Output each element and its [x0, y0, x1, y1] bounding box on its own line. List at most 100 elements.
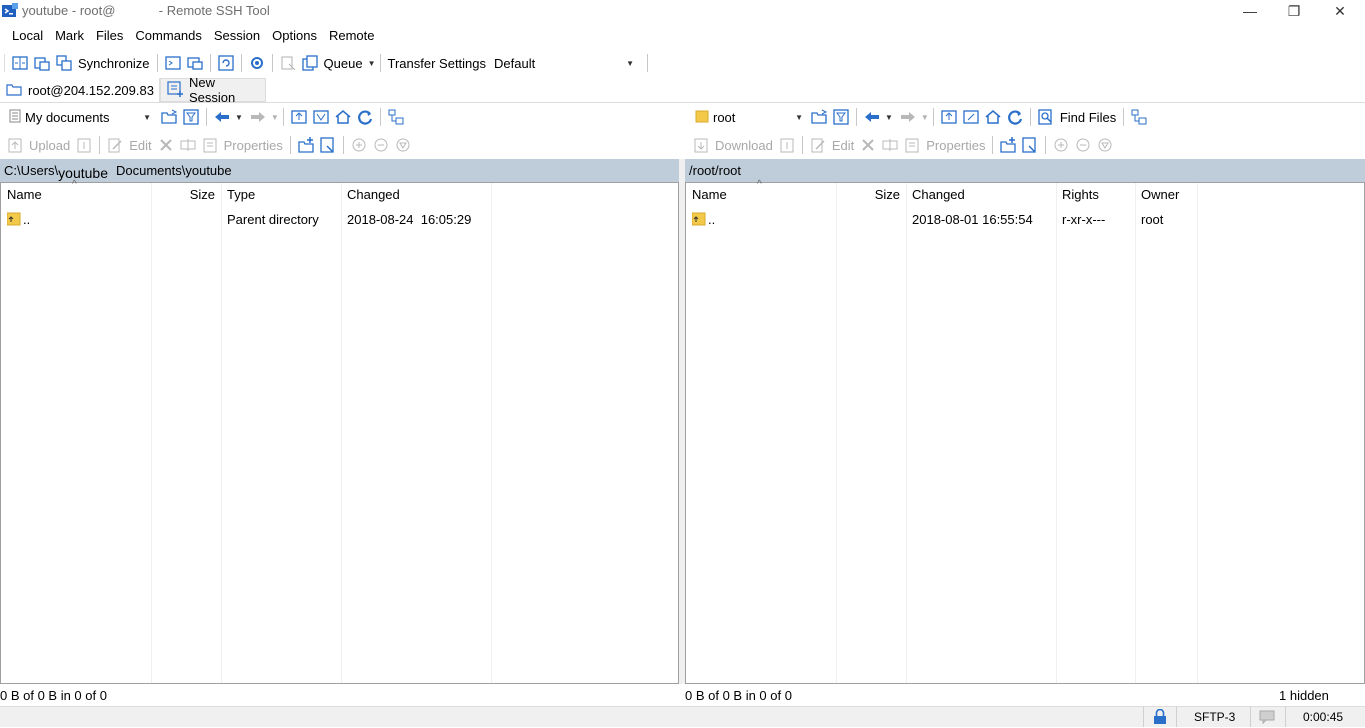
remote-folder-icon	[695, 109, 709, 126]
synchronize-icon[interactable]	[55, 54, 73, 72]
local-col-changed[interactable]: Changed	[341, 183, 491, 207]
menu-options[interactable]: Options	[266, 28, 323, 43]
back-arrow-icon[interactable]	[213, 108, 231, 126]
local-row-name: ..	[23, 212, 31, 227]
close-button[interactable]: ✕	[1317, 0, 1363, 22]
forward-dropdown-icon: ▼	[270, 112, 279, 122]
menu-local[interactable]: Local	[6, 28, 49, 43]
queue-disabled-icon	[279, 54, 297, 72]
menu-mark[interactable]: Mark	[49, 28, 90, 43]
queue-icon[interactable]	[301, 54, 319, 72]
download-icon	[692, 136, 710, 154]
remote-home-icon[interactable]	[984, 108, 1002, 126]
new-file-icon[interactable]	[319, 136, 337, 154]
find-files-button[interactable]: Find Files	[1060, 110, 1116, 125]
remote-tree-view-icon[interactable]	[1130, 108, 1148, 126]
remote-edit-button[interactable]: Edit	[832, 138, 854, 153]
synchronize-button[interactable]: Synchronize	[78, 56, 150, 71]
local-path-suffix: Documents\youtube	[116, 163, 232, 178]
remote-edit-icon	[809, 136, 827, 154]
new-folder-icon[interactable]	[297, 136, 315, 154]
remote-back-dropdown-icon[interactable]: ▼	[885, 113, 893, 122]
remote-rename-icon	[881, 136, 899, 154]
menu-session[interactable]: Session	[208, 28, 266, 43]
local-col-type[interactable]: Type	[221, 183, 341, 207]
remote-new-folder-icon[interactable]	[999, 136, 1017, 154]
local-location-select[interactable]: My documents ▼	[4, 107, 154, 127]
select-filter-icon	[394, 136, 412, 154]
download-button[interactable]: Download	[715, 138, 773, 153]
remote-col-changed[interactable]: Changed	[906, 183, 1056, 207]
chevron-down-icon: ▼	[143, 112, 151, 122]
tab-session[interactable]: root@204.152.209.83	[0, 78, 160, 102]
upload-button[interactable]: Upload	[29, 138, 70, 153]
preferences-gear-icon[interactable]	[248, 54, 266, 72]
menu-commands[interactable]: Commands	[129, 28, 207, 43]
remote-root-directory-icon[interactable]	[962, 108, 980, 126]
filter-icon[interactable]	[182, 108, 200, 126]
queue-dropdown-icon[interactable]: ▼	[368, 59, 376, 68]
hidden-files-count[interactable]: 1 hidden	[1279, 688, 1329, 704]
upload-icon	[6, 136, 24, 154]
remote-nav-toolbar: root ▼ ▼ ▼ Find Files	[690, 105, 1360, 129]
local-nav-toolbar: My documents ▼ ▼ ▼	[4, 105, 679, 129]
putty-icon[interactable]	[186, 54, 204, 72]
remote-col-rights[interactable]: Rights	[1056, 183, 1135, 207]
remote-back-arrow-icon[interactable]	[863, 108, 881, 126]
remote-open-directory-icon[interactable]	[810, 108, 828, 126]
session-elapsed-time: 0:00:45	[1303, 710, 1344, 724]
properties-button[interactable]: Properties	[224, 138, 283, 153]
edit-button[interactable]: Edit	[129, 138, 151, 153]
rename-icon	[179, 136, 197, 154]
remote-properties-icon	[903, 136, 921, 154]
find-files-icon[interactable]	[1037, 108, 1055, 126]
reconnect-icon[interactable]	[217, 54, 235, 72]
remote-delete-icon	[859, 136, 877, 154]
remote-col-size[interactable]: Size	[836, 183, 906, 207]
remote-sort-ascending-icon: ^	[757, 179, 762, 190]
remote-location-select[interactable]: root ▼	[690, 107, 806, 127]
tree-view-icon[interactable]	[387, 108, 405, 126]
compare-directories-icon[interactable]	[11, 54, 29, 72]
local-path-bar[interactable]: C:\Users\ youtube Documents\youtube	[0, 159, 679, 182]
back-dropdown-icon[interactable]: ▼	[235, 113, 243, 122]
menu-remote[interactable]: Remote	[323, 28, 381, 43]
select-minus-icon	[372, 136, 390, 154]
remote-select-minus-icon	[1074, 136, 1092, 154]
remote-parent-directory-icon[interactable]	[940, 108, 958, 126]
terminal-icon[interactable]	[164, 54, 182, 72]
documents-icon	[9, 109, 21, 126]
local-file-list[interactable]: Name ^ Size Type Changed .. Parent direc…	[0, 179, 679, 684]
refresh-icon[interactable]	[356, 108, 374, 126]
remote-refresh-icon[interactable]	[1006, 108, 1024, 126]
app-icon	[2, 3, 18, 19]
remote-file-list[interactable]: Name ^ Size Changed Rights Owner .. 2018…	[685, 179, 1365, 684]
open-directory-icon[interactable]	[160, 108, 178, 126]
local-location-value: My documents	[25, 109, 110, 125]
minimize-button[interactable]: —	[1227, 0, 1273, 22]
root-directory-icon[interactable]	[312, 108, 330, 126]
parent-directory-icon[interactable]	[290, 108, 308, 126]
message-icon[interactable]	[1259, 710, 1275, 727]
local-col-size[interactable]: Size	[151, 183, 221, 207]
remote-row-owner: root	[1141, 212, 1164, 227]
tab-new-session[interactable]: New Session	[160, 75, 266, 105]
remote-filter-icon[interactable]	[832, 108, 850, 126]
remote-parent-folder-icon	[691, 212, 706, 232]
remote-col-owner[interactable]: Owner	[1135, 183, 1197, 207]
transfer-settings-select[interactable]: Default ▼	[491, 53, 638, 73]
transfer-settings-value: Default	[494, 55, 536, 71]
remote-properties-button[interactable]: Properties	[926, 138, 985, 153]
remote-new-file-icon[interactable]	[1021, 136, 1039, 154]
lock-icon[interactable]	[1153, 708, 1167, 728]
remote-row-rights: r-xr-x---	[1062, 212, 1106, 227]
restore-button[interactable]: ❐	[1271, 0, 1317, 22]
menu-files[interactable]: Files	[90, 28, 129, 43]
local-row-type: Parent directory	[227, 212, 319, 227]
download-options-icon	[778, 136, 796, 154]
home-icon[interactable]	[334, 108, 352, 126]
queue-button[interactable]: Queue	[324, 56, 363, 71]
protocol-indicator: SFTP-3	[1194, 710, 1236, 724]
sync-browsing-icon[interactable]	[33, 54, 51, 72]
remote-path-bar[interactable]: /root/root	[685, 159, 1365, 182]
